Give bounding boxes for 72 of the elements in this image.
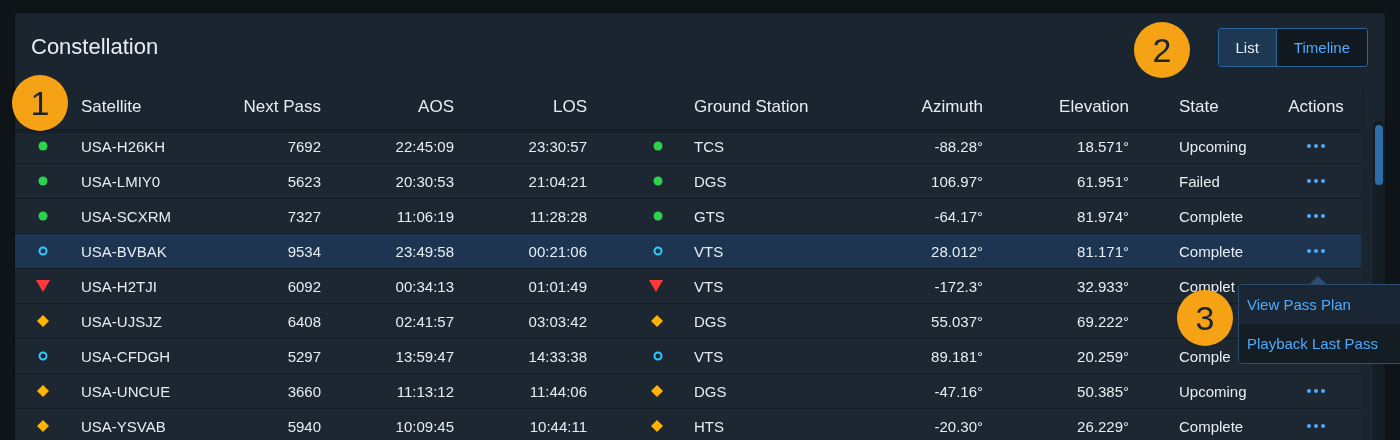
- table-cell-text: 61.951°: [1076, 172, 1129, 190]
- table-cell-text: 81.171°: [1076, 242, 1129, 260]
- table-cell-text: 11:13:12: [395, 382, 454, 400]
- table-cell-text: -172.3°: [933, 277, 983, 295]
- table-cell-text: 11:28:28: [528, 207, 587, 225]
- table-cell-text: DGS: [693, 172, 728, 190]
- table-cell-text: 23:49:58: [394, 242, 454, 260]
- table-cell-text: 7692: [286, 137, 321, 155]
- table-cell-text: 20:30:53: [394, 172, 454, 190]
- table-cell-text: USA-CFDGH: [80, 347, 172, 365]
- table-cell-text: Failed: [1178, 172, 1221, 190]
- table-cell-text: -64.17°: [933, 207, 983, 225]
- table-cell-text: 81.974°: [1076, 207, 1129, 225]
- table-cell-text: DGS: [693, 312, 728, 330]
- table-cell-text: 6092: [286, 277, 321, 295]
- table-cell-text: Complete: [1178, 417, 1245, 435]
- table-cell-text: GTS: [693, 207, 726, 225]
- table-cell-text: 28.012°: [930, 242, 983, 260]
- table-cell-text: 7327: [286, 207, 321, 225]
- table-cell-text: 106.97°: [930, 172, 983, 190]
- column-header: Actions: [1287, 97, 1345, 117]
- table-cell-text: 21:04:21: [527, 172, 587, 190]
- table-cell-text: -88.28°: [933, 137, 983, 155]
- table-cell-text: USA-H26KH: [80, 137, 167, 155]
- table-cell-text: Complete: [1178, 207, 1245, 225]
- table-cell-text: 3660: [286, 382, 321, 400]
- panel-title: Constellation: [31, 34, 159, 60]
- table-cell-text: USA-H2TJI: [80, 277, 158, 295]
- table-cell-text: VTS: [693, 347, 725, 365]
- table-cell-text: USA-SCXRM: [80, 207, 172, 225]
- table-cell-text: TCS: [693, 137, 725, 155]
- table-cell-text: USA-LMIY0: [80, 172, 162, 190]
- table-cell-text: DGS: [693, 382, 728, 400]
- table-cell-text: 11:06:19: [395, 207, 454, 225]
- table-cell-text: USA-BVBAK: [80, 242, 168, 260]
- table-cell-text: 13:59:47: [394, 347, 454, 365]
- table-cell-text: VTS: [693, 277, 725, 295]
- table-cell-text: 5297: [286, 347, 321, 365]
- table-cell-text: 02:41:57: [394, 312, 454, 330]
- table-cell-text: Comple: [1178, 347, 1232, 365]
- table-cell-text: 22:45:09: [394, 137, 454, 155]
- table-cell-text: 01:01:49: [527, 277, 587, 295]
- table-cell-text: 14:33:38: [527, 347, 587, 365]
- table-cell-text: HTS: [693, 417, 725, 435]
- table-cell-text: Upcoming: [1178, 137, 1248, 155]
- table-cell-text: 10:44:11: [528, 417, 587, 435]
- table-cell-text: 11:44:06: [528, 382, 587, 400]
- table-cell-text: -47.16°: [933, 382, 983, 400]
- table-cell-text: 20.259°: [1076, 347, 1129, 365]
- table-cell-text: 03:03:42: [527, 312, 587, 330]
- table-cell-text: 18.571°: [1076, 137, 1129, 155]
- table-cell-text: 26.229°: [1076, 417, 1129, 435]
- table-cell-text: 32.933°: [1076, 277, 1129, 295]
- table-cell-text: -20.30°: [933, 417, 983, 435]
- table-cell-text: USA-UJSJZ: [80, 312, 163, 330]
- table-cell-text: 5940: [286, 417, 321, 435]
- table-cell-text: 9534: [286, 242, 321, 260]
- table-cell-text: 6408: [286, 312, 321, 330]
- table-cell-text: 00:34:13: [394, 277, 454, 295]
- table-cell-text: 23:30:57: [527, 137, 587, 155]
- table-cell-text: 10:09:45: [394, 417, 454, 435]
- table-cell-text: USA-UNCUE: [80, 382, 172, 400]
- table-cell-text: Complete: [1178, 242, 1245, 260]
- table-cell-text: 69.222°: [1076, 312, 1129, 330]
- table-cell-text: 5623: [286, 172, 321, 190]
- table-cell-text: Upcoming: [1178, 382, 1248, 400]
- table-cell-text: 55.037°: [930, 312, 983, 330]
- table-cell-text: 89.181°: [930, 347, 983, 365]
- table-cell-text: 00:21:06: [527, 242, 587, 260]
- table-cell-text: 50.385°: [1076, 382, 1129, 400]
- table-cell-text: USA-YSVAB: [80, 417, 167, 435]
- table-cell-text: VTS: [693, 242, 725, 260]
